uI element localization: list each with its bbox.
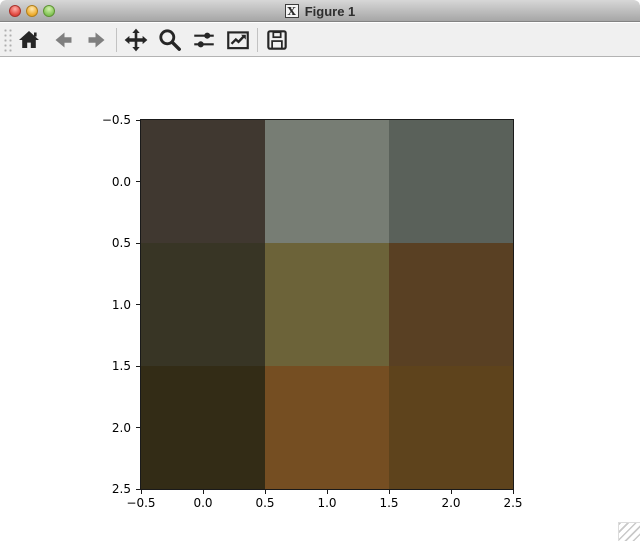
x-tick <box>327 490 328 494</box>
x-tick <box>389 490 390 494</box>
x-tick <box>451 490 452 494</box>
y-tick-label: 2.5 <box>86 482 131 496</box>
x-tick-label: 2.5 <box>482 496 544 510</box>
window-resize-grip[interactable] <box>618 522 640 541</box>
y-tick-label: 0.5 <box>86 236 131 250</box>
magnifier-icon <box>157 27 183 53</box>
floppy-save-icon <box>264 27 290 53</box>
plot-axes[interactable]: −0.50.00.51.01.52.02.5−0.50.00.51.01.52.… <box>141 120 513 489</box>
configure-subplots-button[interactable] <box>187 25 221 55</box>
heatmap-cell-1-0 <box>141 243 265 366</box>
home-icon <box>17 28 41 52</box>
x11-app-icon: X <box>285 4 299 18</box>
y-tick-label: 0.0 <box>86 175 131 189</box>
x-tick-label: 1.0 <box>296 496 358 510</box>
x-tick <box>265 490 266 494</box>
zoom-rect-button[interactable] <box>153 25 187 55</box>
forward-button[interactable] <box>80 25 114 55</box>
x-tick-label: 0.5 <box>234 496 296 510</box>
y-tick <box>136 366 140 367</box>
y-tick-label: −0.5 <box>86 113 131 127</box>
save-button[interactable] <box>260 25 294 55</box>
back-button[interactable] <box>46 25 80 55</box>
y-tick-label: 1.0 <box>86 298 131 312</box>
x-tick-label: 1.5 <box>358 496 420 510</box>
figure-window: X Figure 1 <box>0 0 640 541</box>
window-title: Figure 1 <box>305 4 356 19</box>
y-tick-label: 2.0 <box>86 421 131 435</box>
y-tick <box>136 489 140 490</box>
y-tick <box>136 243 140 244</box>
pan-button[interactable] <box>119 25 153 55</box>
pan-move-icon <box>123 27 149 53</box>
figure-canvas[interactable]: −0.50.00.51.01.52.02.5−0.50.00.51.01.52.… <box>0 58 640 541</box>
heatmap-cell-2-0 <box>141 366 265 489</box>
x-tick <box>203 490 204 494</box>
y-tick-label: 1.5 <box>86 359 131 373</box>
heatmap-grid <box>141 120 513 489</box>
forward-arrow-icon <box>85 28 109 52</box>
sliders-icon <box>191 27 217 53</box>
toolbar-drag-grip[interactable] <box>2 27 12 53</box>
home-button[interactable] <box>12 25 46 55</box>
y-tick <box>136 427 140 428</box>
title-bar: X Figure 1 <box>0 0 640 22</box>
y-tick <box>136 120 140 121</box>
heatmap-cell-2-2 <box>389 366 513 489</box>
heatmap-cell-1-2 <box>389 243 513 366</box>
y-tick <box>136 181 140 182</box>
edit-parameters-button[interactable] <box>221 25 255 55</box>
y-tick <box>136 304 140 305</box>
title-group: X Figure 1 <box>0 0 640 22</box>
back-arrow-icon <box>51 28 75 52</box>
x-tick-label: −0.5 <box>110 496 172 510</box>
heatmap-cell-0-2 <box>389 120 513 243</box>
heatmap-cell-0-1 <box>265 120 389 243</box>
x-tick <box>141 490 142 494</box>
heatmap-cell-0-0 <box>141 120 265 243</box>
toolbar-separator <box>257 28 258 52</box>
x-tick-label: 2.0 <box>420 496 482 510</box>
line-chart-icon <box>225 27 251 53</box>
x-tick <box>513 490 514 494</box>
heatmap-cell-2-1 <box>265 366 389 489</box>
heatmap-cell-1-1 <box>265 243 389 366</box>
toolbar-separator <box>116 28 117 52</box>
navigation-toolbar <box>0 23 640 57</box>
x-tick-label: 0.0 <box>172 496 234 510</box>
